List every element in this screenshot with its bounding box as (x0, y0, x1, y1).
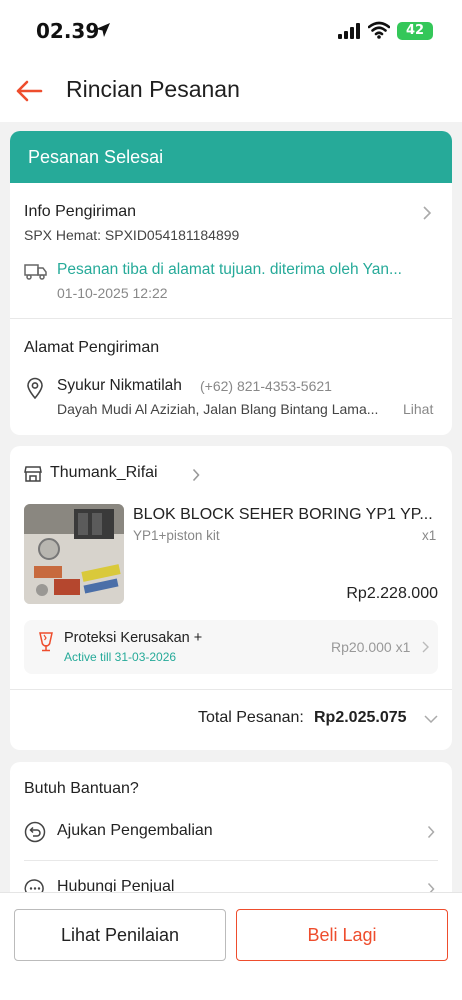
damage-protection-row[interactable]: Proteksi Kerusakan + Active till 31-03-2… (24, 620, 438, 674)
address-title: Alamat Pengiriman (24, 339, 160, 356)
product-card: Thumank_Rifai BLOK BLOCK SEHER BORING YP… (10, 446, 452, 750)
address-see-link[interactable]: Lihat (403, 401, 433, 417)
recipient-phone: (+62) 821-4353-5621 (200, 378, 332, 394)
view-review-button[interactable]: Lihat Penilaian (14, 909, 226, 961)
buy-again-button[interactable]: Beli Lagi (236, 909, 448, 961)
address-section[interactable]: Alamat Pengiriman Syukur Nikmatilah (+62… (10, 319, 452, 435)
address-line: Dayah Mudi Al Aziziah, Jalan Blang Binta… (57, 401, 379, 417)
battery-indicator: 42 (397, 22, 433, 40)
shipping-info-title: Info Pengiriman (24, 203, 137, 220)
product-photo (24, 504, 124, 604)
cellular-signal-icon (338, 23, 360, 39)
status-time: 02.39 (36, 19, 100, 43)
help-title: Butuh Bantuan? (24, 780, 139, 797)
status-bar: 02.39 42 (0, 0, 462, 62)
chevron-right-icon (427, 825, 435, 839)
shop-name: Thumank_Rifai (50, 464, 158, 481)
return-request-row[interactable]: Ajukan Pengembalian (10, 808, 452, 858)
shipping-info-section[interactable]: Info Pengiriman SPX Hemat: SPXID05418118… (10, 183, 452, 318)
protection-title: Proteksi Kerusakan + (64, 630, 203, 646)
return-icon (24, 821, 46, 843)
order-status-label: Pesanan Selesai (28, 147, 164, 167)
order-status-banner: Pesanan Selesai (10, 131, 452, 183)
chevron-down-icon (424, 715, 438, 723)
product-variant: YP1+piston kit (133, 528, 220, 543)
chevron-right-icon (422, 641, 429, 653)
shipping-status: Pesanan tiba di alamat tujuan. diterima … (57, 261, 402, 278)
broken-glass-icon (39, 632, 53, 652)
divider (24, 860, 438, 861)
order-total-row[interactable]: Total Pesanan: Rp2.025.075 (10, 690, 452, 748)
product-name[interactable]: BLOK BLOCK SEHER BORING YP1 YP... (133, 506, 433, 524)
battery-level: 42 (405, 23, 425, 38)
recipient-name: Syukur Nikmatilah (57, 377, 182, 394)
back-arrow-icon[interactable] (14, 76, 44, 106)
product-image[interactable] (24, 504, 124, 604)
order-total-value: Rp2.025.075 (314, 709, 407, 726)
bottom-action-bar: Lihat Penilaian Beli Lagi (0, 892, 462, 1000)
order-info-card: Pesanan Selesai Info Pengiriman SPX Hema… (10, 131, 452, 435)
shop-header[interactable]: Thumank_Rifai (24, 464, 224, 486)
wifi-icon (368, 21, 390, 39)
page-title: Rincian Pesanan (66, 76, 240, 102)
location-pin-icon (27, 377, 43, 399)
delivery-truck-icon (24, 264, 47, 280)
order-total-label: Total Pesanan: (198, 709, 304, 726)
protection-price: Rp20.000 x1 (331, 639, 411, 655)
location-arrow-icon (96, 23, 110, 37)
product-price: Rp2.228.000 (346, 585, 438, 602)
shipping-datetime: 01-10-2025 12:22 (57, 285, 168, 301)
chevron-right-icon (192, 468, 200, 482)
shop-icon (24, 466, 42, 482)
protection-active-until: Active till 31-03-2026 (64, 650, 177, 664)
return-request-label: Ajukan Pengembalian (57, 822, 213, 839)
page-header: Rincian Pesanan (0, 62, 462, 122)
chevron-right-icon (423, 206, 432, 220)
product-quantity: x1 (422, 528, 437, 543)
courier-tracking: SPX Hemat: SPXID054181184899 (24, 227, 240, 243)
